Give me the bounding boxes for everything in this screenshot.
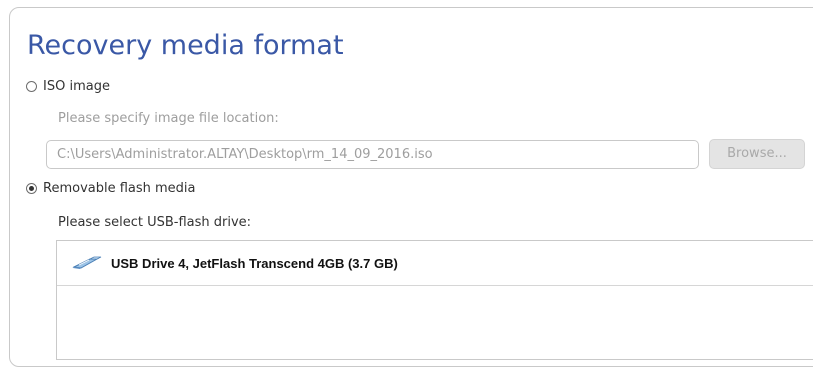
iso-image-option[interactable]: ISO image bbox=[26, 79, 110, 94]
image-location-label: Please specify image file location: bbox=[58, 111, 279, 126]
iso-image-radio[interactable] bbox=[26, 81, 37, 92]
flash-media-label: Removable flash media bbox=[43, 181, 196, 196]
image-path-field[interactable]: C:\Users\Administrator.ALTAY\Desktop\rm_… bbox=[46, 140, 699, 169]
usb-drive-list[interactable]: USB Drive 4, JetFlash Transcend 4GB (3.7… bbox=[56, 240, 813, 360]
flash-media-radio[interactable] bbox=[26, 183, 37, 194]
list-item[interactable]: USB Drive 4, JetFlash Transcend 4GB (3.7… bbox=[57, 241, 813, 286]
usb-select-label: Please select USB-flash drive: bbox=[58, 215, 252, 230]
iso-image-label: ISO image bbox=[43, 79, 110, 94]
page-title: Recovery media format bbox=[27, 30, 344, 61]
browse-button[interactable]: Browse... bbox=[709, 139, 805, 169]
usb-drive-label: USB Drive 4, JetFlash Transcend 4GB (3.7… bbox=[111, 255, 398, 271]
flash-media-option[interactable]: Removable flash media bbox=[26, 181, 196, 196]
usb-drive-icon bbox=[72, 256, 102, 269]
